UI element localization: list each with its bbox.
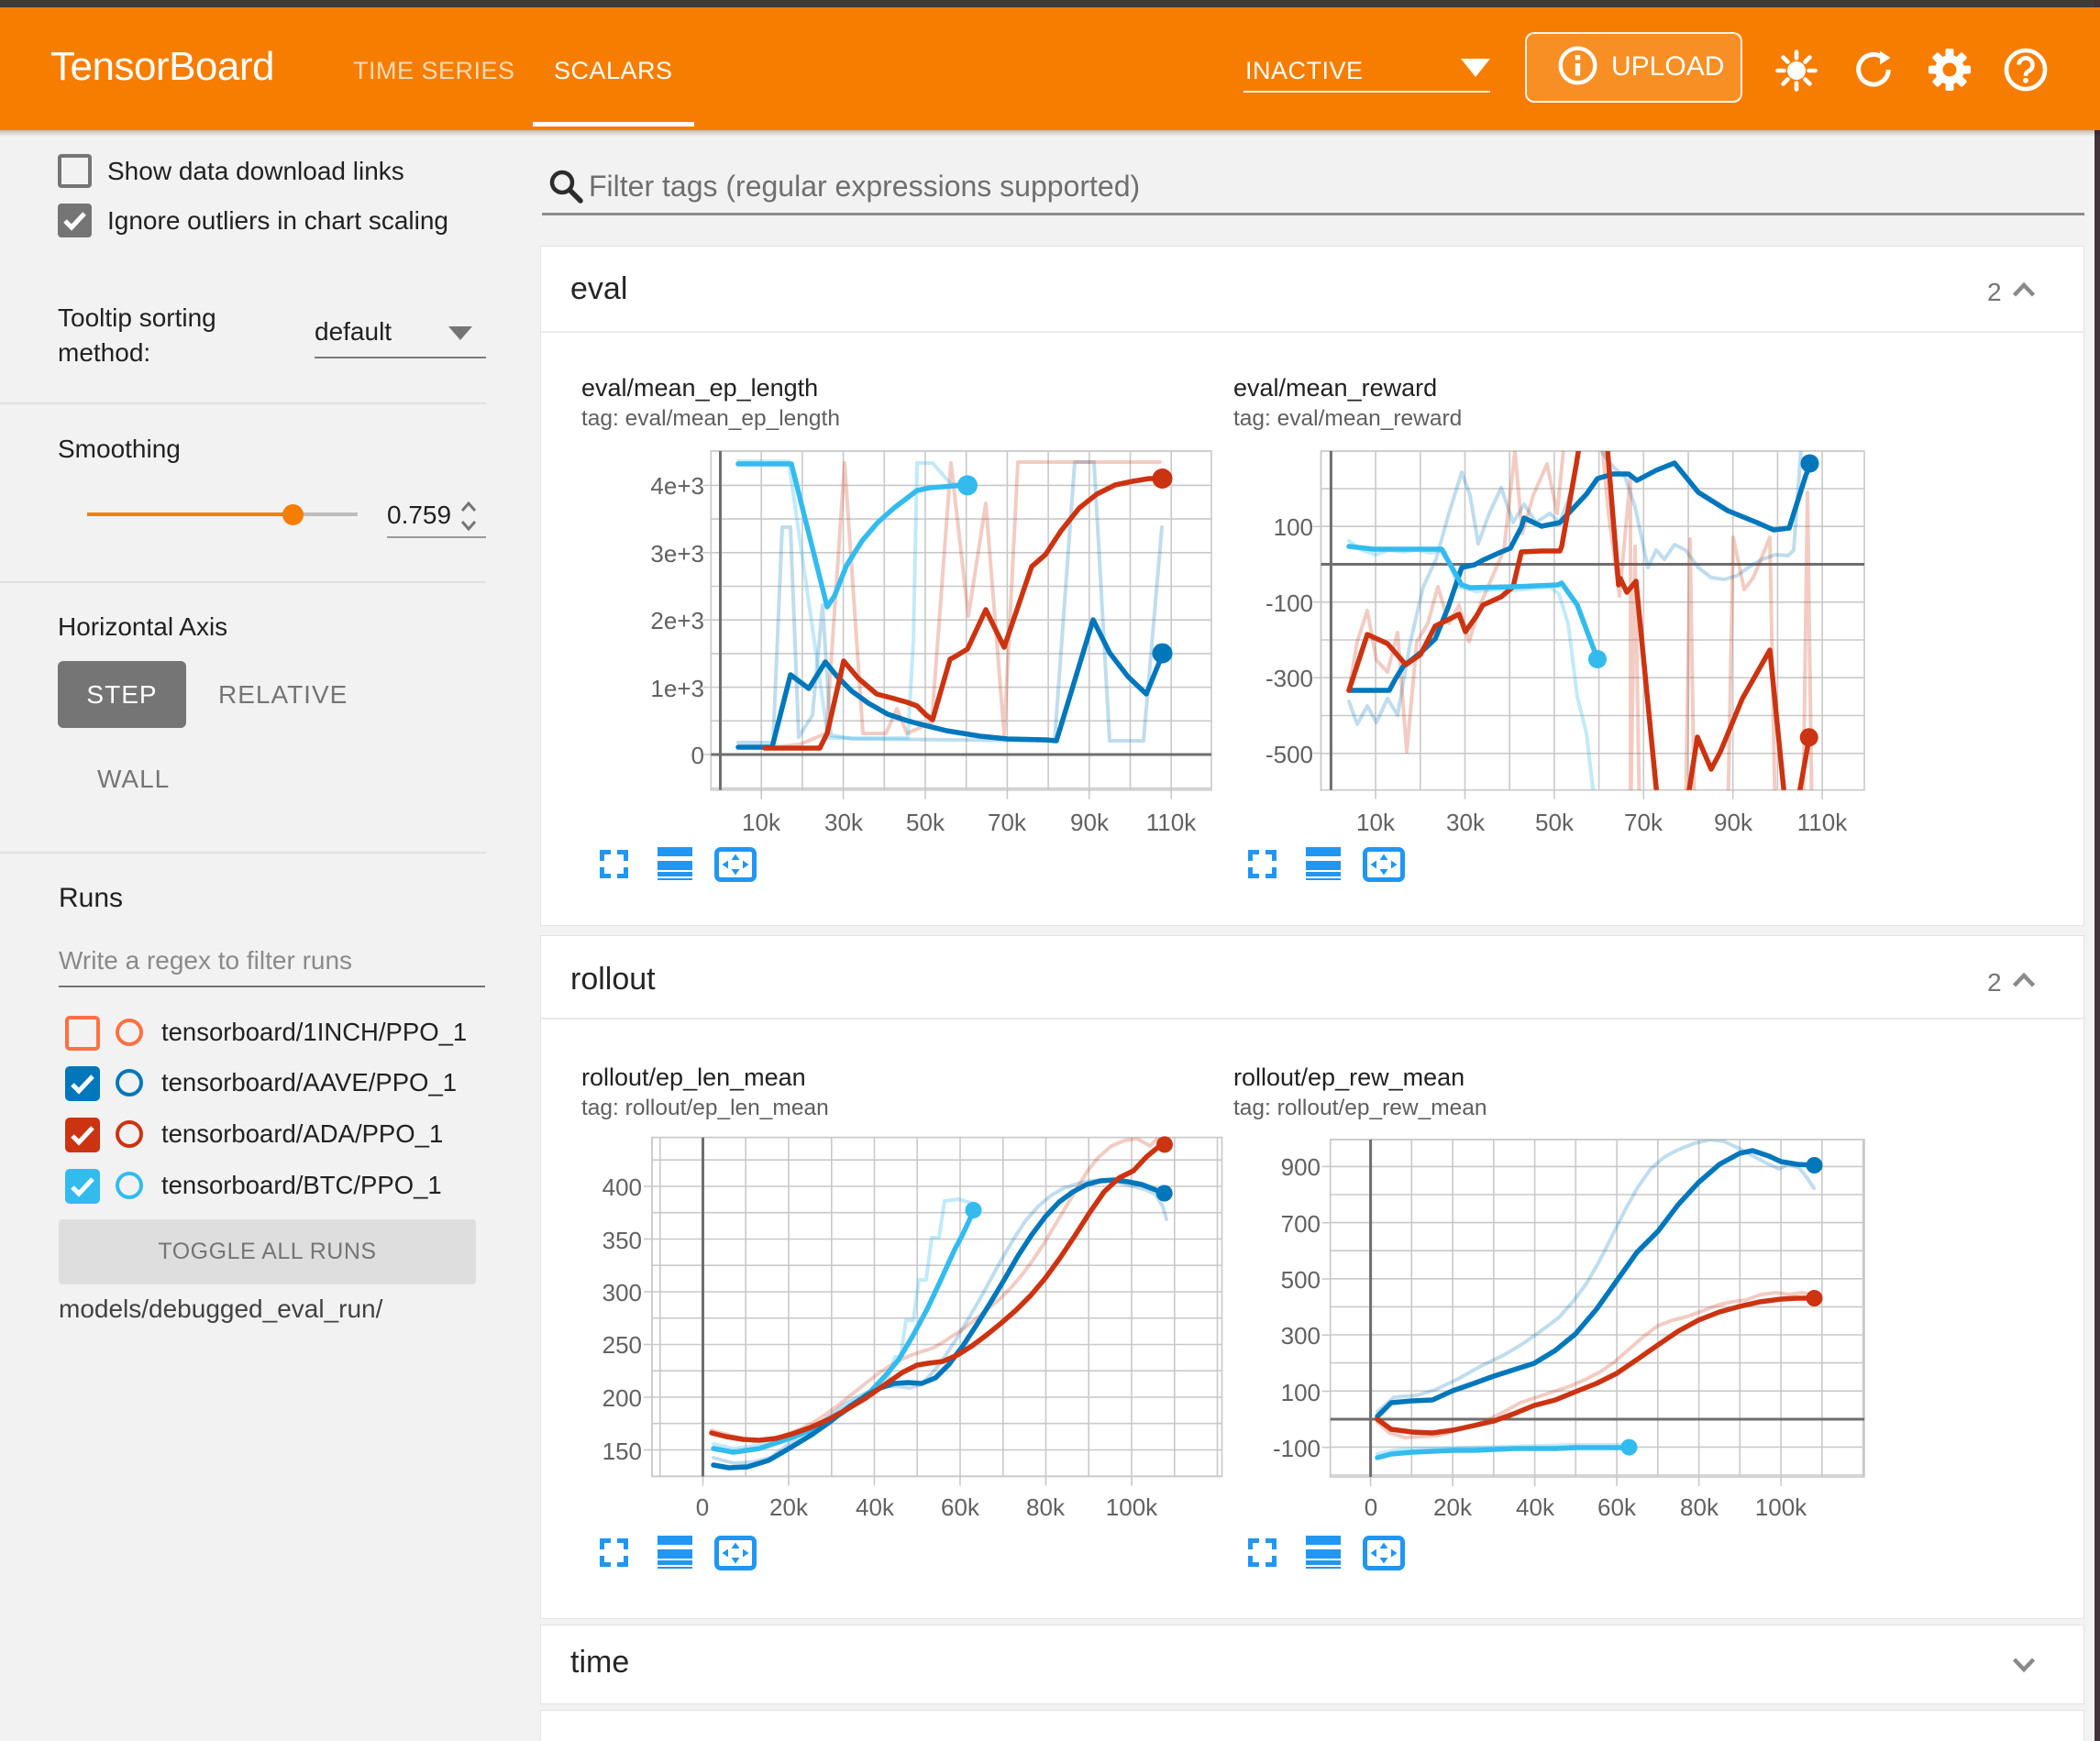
svg-text:300: 300 — [602, 1279, 642, 1306]
svg-text:-100: -100 — [1266, 590, 1313, 617]
svg-text:900: 900 — [1281, 1153, 1321, 1181]
svg-text:1e+3: 1e+3 — [650, 675, 704, 702]
svg-text:70k: 70k — [988, 809, 1027, 836]
svg-text:30k: 30k — [1446, 809, 1486, 836]
svg-text:0: 0 — [696, 1493, 709, 1521]
svg-text:10k: 10k — [1356, 809, 1396, 836]
svg-text:70k: 70k — [1624, 809, 1663, 836]
svg-text:200: 200 — [602, 1384, 642, 1412]
svg-text:0: 0 — [691, 742, 704, 769]
svg-text:150: 150 — [602, 1438, 642, 1465]
svg-text:100: 100 — [1281, 1379, 1321, 1406]
svg-text:250: 250 — [602, 1331, 642, 1359]
svg-text:80k: 80k — [1026, 1493, 1066, 1521]
svg-text:20k: 20k — [1433, 1493, 1473, 1521]
svg-text:500: 500 — [1281, 1266, 1321, 1294]
svg-text:50k: 50k — [906, 809, 945, 836]
svg-text:400: 400 — [602, 1174, 642, 1201]
svg-text:20k: 20k — [769, 1493, 809, 1521]
svg-text:300: 300 — [1281, 1322, 1321, 1350]
svg-text:110k: 110k — [1797, 809, 1848, 836]
svg-text:90k: 90k — [1070, 809, 1110, 836]
svg-text:60k: 60k — [1597, 1493, 1637, 1521]
svg-text:-100: -100 — [1273, 1435, 1321, 1462]
svg-text:700: 700 — [1281, 1210, 1321, 1238]
svg-text:50k: 50k — [1535, 809, 1575, 836]
svg-text:30k: 30k — [824, 809, 864, 836]
svg-text:-300: -300 — [1266, 665, 1313, 692]
svg-text:100k: 100k — [1106, 1493, 1158, 1521]
svg-text:10k: 10k — [742, 809, 781, 836]
svg-text:40k: 40k — [856, 1493, 895, 1521]
svg-text:-500: -500 — [1266, 741, 1313, 768]
svg-text:60k: 60k — [941, 1493, 980, 1521]
svg-text:4e+3: 4e+3 — [650, 472, 704, 500]
svg-text:0: 0 — [1365, 1493, 1377, 1521]
svg-text:100k: 100k — [1755, 1493, 1807, 1521]
svg-text:110k: 110k — [1146, 809, 1197, 836]
svg-text:350: 350 — [602, 1227, 642, 1254]
svg-text:3e+3: 3e+3 — [650, 540, 704, 567]
svg-text:80k: 80k — [1680, 1493, 1719, 1521]
svg-text:90k: 90k — [1714, 809, 1753, 836]
svg-text:40k: 40k — [1516, 1493, 1555, 1521]
svg-text:100: 100 — [1274, 513, 1313, 541]
svg-text:2e+3: 2e+3 — [650, 607, 704, 634]
